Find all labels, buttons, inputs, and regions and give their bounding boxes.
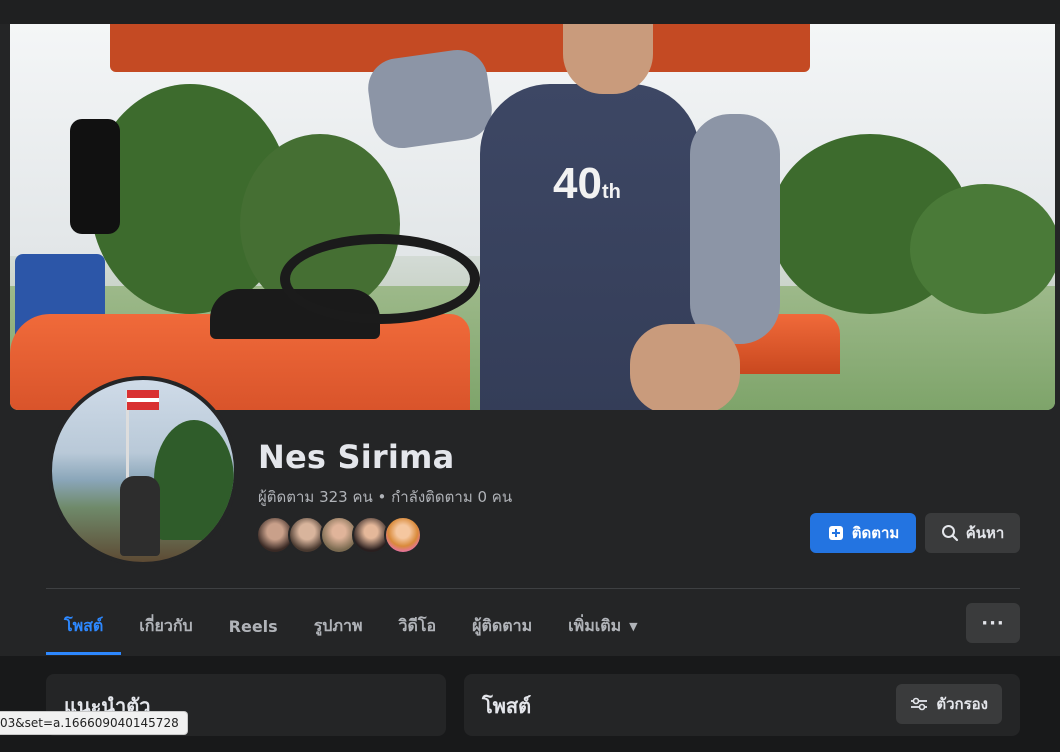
avatar-flag (127, 390, 159, 410)
avatar-person (120, 476, 160, 556)
cover-mirror (70, 119, 120, 234)
top-bar (0, 0, 1060, 24)
tab-label: เกี่ยวกับ (139, 615, 193, 635)
tab-label: วิดีโอ (398, 615, 437, 635)
tab-label: โพสต์ (64, 615, 104, 635)
cover-steering-wheel (280, 234, 480, 324)
tab-more[interactable]: เพิ่มเติม ▼ (550, 600, 655, 655)
follow-stats[interactable]: ผู้ติดตาม 323 คน • กำลังติดตาม 0 คน (258, 485, 512, 509)
user-plus-icon (827, 524, 845, 542)
header-divider (46, 588, 1020, 589)
tab-about[interactable]: เกี่ยวกับ (121, 600, 210, 655)
sliders-icon (910, 697, 928, 711)
avatar-tree (154, 420, 234, 540)
posts-card: โพสต์ ตัวกรอง (464, 674, 1020, 736)
cover-arm (630, 324, 740, 410)
cover-face (563, 24, 653, 94)
search-icon (941, 524, 959, 542)
follow-button-label: ติดตาม (851, 524, 900, 542)
search-button[interactable]: ค้นหา (925, 513, 1020, 553)
follower-avatar[interactable] (384, 516, 422, 554)
tab-photos[interactable]: รูปภาพ (296, 600, 381, 655)
tab-label: Reels (228, 616, 278, 636)
cover-shirt-logo: 40th (553, 159, 621, 208)
profile-tabs: โพสต์ เกี่ยวกับ Reels รูปภาพ วิดีโอ ผู้ต… (46, 600, 656, 656)
follow-button[interactable]: ติดตาม (810, 513, 916, 553)
tab-posts[interactable]: โพสต์ (46, 600, 122, 655)
posts-card-title: โพสต์ (482, 694, 532, 718)
caret-down-icon: ▼ (629, 619, 638, 633)
tab-videos[interactable]: วิดีโอ (381, 600, 455, 655)
tab-label: รูปภาพ (313, 615, 363, 635)
cover-sleeve (690, 114, 780, 344)
cover-sleeve (364, 46, 496, 152)
search-button-label: ค้นหา (965, 524, 1005, 542)
tab-followers[interactable]: ผู้ติดตาม (454, 600, 550, 655)
filter-button-label: ตัวกรอง (936, 695, 988, 713)
tab-label: เพิ่มเติม (568, 615, 622, 635)
profile-name: Nes Sirima (258, 438, 455, 476)
profile-avatar[interactable] (48, 376, 238, 566)
profile-page: 40th Nes Sirima ผู้ติดตาม 323 คน • กำลัง… (0, 0, 1060, 752)
filter-button[interactable]: ตัวกรอง (896, 684, 1002, 724)
status-bar-url: 03&set=a.166609040145728 (0, 711, 188, 735)
cover-photo[interactable]: 40th (10, 24, 1055, 410)
cover-tree (910, 184, 1055, 314)
tab-reels[interactable]: Reels (211, 600, 296, 655)
more-options-button[interactable]: ··· (966, 603, 1020, 643)
tab-label: ผู้ติดตาม (472, 615, 533, 635)
